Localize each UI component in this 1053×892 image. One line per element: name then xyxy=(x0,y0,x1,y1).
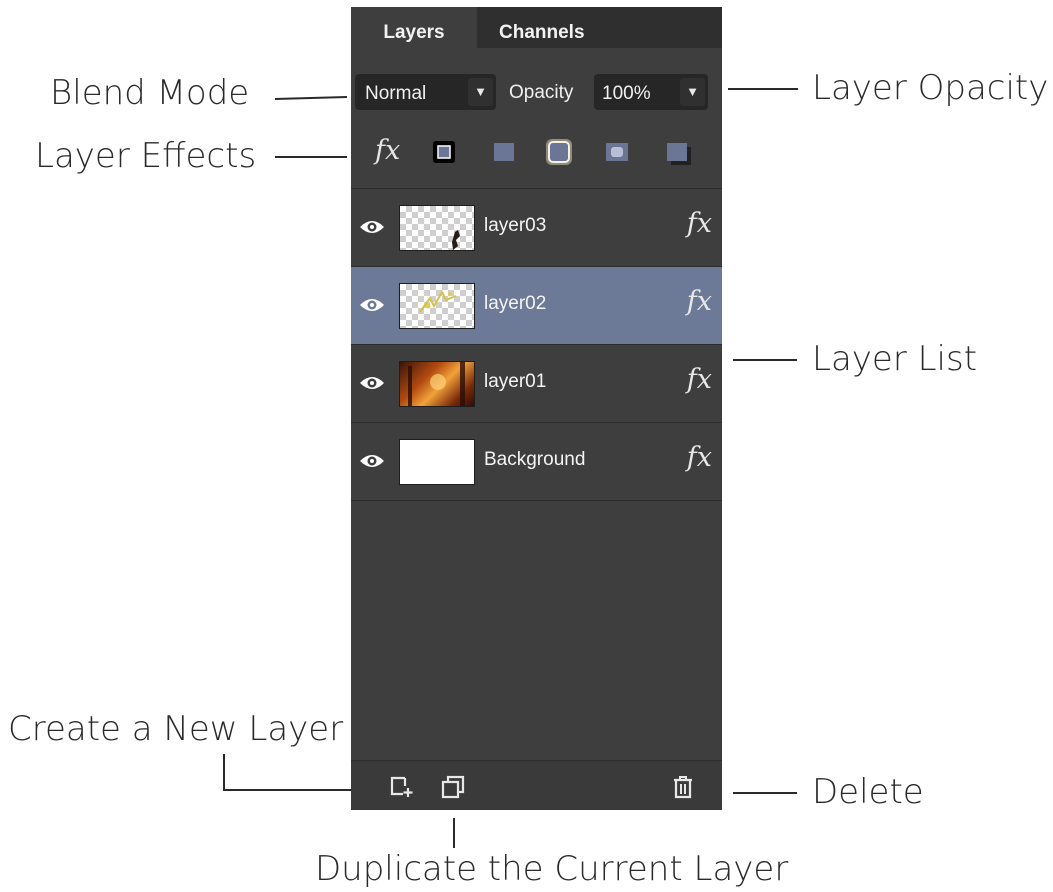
callout-blend-mode: Blend Mode xyxy=(50,73,250,113)
layer-row-layer01[interactable]: layer01 fx xyxy=(351,344,722,422)
leader-line xyxy=(223,754,225,791)
fx-icon[interactable]: fx xyxy=(375,135,400,166)
tab-bar: Layers Channels xyxy=(351,7,722,48)
chevron-down-icon[interactable]: ▼ xyxy=(680,78,705,106)
eye-icon[interactable] xyxy=(359,218,385,241)
trash-icon[interactable] xyxy=(672,775,694,804)
stroke-effect-icon[interactable] xyxy=(432,140,456,169)
callout-layer-opacity: Layer Opacity xyxy=(812,68,1049,108)
new-layer-icon[interactable] xyxy=(389,775,413,804)
leader-line xyxy=(453,818,455,848)
layer-thumbnail xyxy=(399,283,475,329)
fx-icon[interactable]: fx xyxy=(687,364,712,395)
callout-duplicate: Duplicate the Current Layer xyxy=(315,849,789,889)
opacity-select[interactable]: 100% ▼ xyxy=(594,74,708,110)
layer-thumbnail xyxy=(399,361,475,407)
leader-line xyxy=(728,88,798,90)
blend-mode-select[interactable]: Normal ▼ xyxy=(355,74,496,110)
layers-panel: Layers Channels Normal ▼ Opacity 100% ▼ … xyxy=(351,7,722,810)
leader-line xyxy=(733,792,797,794)
outer-glow-effect-icon[interactable] xyxy=(544,137,574,172)
color-overlay-effect-icon[interactable] xyxy=(494,143,514,166)
layer-row-background[interactable]: Background fx xyxy=(351,422,722,501)
drop-shadow-effect-icon[interactable] xyxy=(666,142,692,171)
leader-line xyxy=(223,789,366,791)
opacity-value: 100% xyxy=(602,83,651,104)
callout-layer-effects: Layer Effects xyxy=(35,136,257,176)
callout-layer-list: Layer List xyxy=(812,339,978,379)
leader-line xyxy=(274,96,348,100)
callout-create-new-layer: Create a New Layer xyxy=(8,709,344,749)
layer-row-layer02[interactable]: layer02 fx xyxy=(351,266,722,344)
eye-icon[interactable] xyxy=(359,374,385,397)
fx-icon[interactable]: fx xyxy=(687,208,712,239)
fx-icon[interactable]: fx xyxy=(687,286,712,317)
layer-name: layer02 xyxy=(484,293,547,314)
chevron-down-icon[interactable]: ▼ xyxy=(468,78,493,106)
leader-line xyxy=(733,359,797,361)
layer-row-layer03[interactable]: layer03 fx xyxy=(351,188,722,266)
layer-name: Background xyxy=(484,449,586,470)
blend-mode-value: Normal xyxy=(365,83,427,104)
eye-icon[interactable] xyxy=(359,296,385,319)
panel-footer xyxy=(351,760,722,810)
layer-name: layer03 xyxy=(484,215,547,236)
fx-icon[interactable]: fx xyxy=(687,442,712,473)
duplicate-layer-icon[interactable] xyxy=(440,775,466,804)
tab-layers[interactable]: Layers xyxy=(351,7,477,48)
opacity-label: Opacity xyxy=(509,82,574,103)
tab-channels[interactable]: Channels xyxy=(499,7,585,48)
eye-icon[interactable] xyxy=(359,452,385,475)
layer-thumbnail xyxy=(399,439,475,485)
inner-glow-effect-icon[interactable] xyxy=(606,143,628,166)
leader-line xyxy=(275,156,347,158)
layer-name: layer01 xyxy=(484,371,547,392)
layer-thumbnail xyxy=(399,205,475,251)
callout-delete: Delete xyxy=(812,772,924,812)
